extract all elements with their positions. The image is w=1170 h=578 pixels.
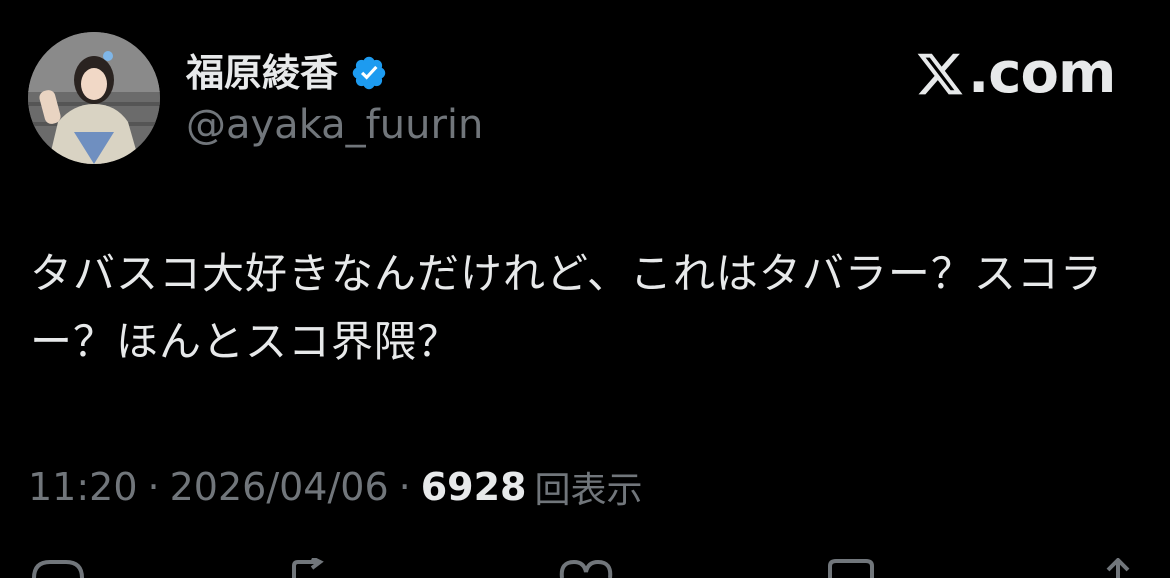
views-count[interactable]: 6928 <box>421 465 527 509</box>
bookmark-icon[interactable] <box>826 558 876 578</box>
separator-dot: · <box>398 465 411 509</box>
retweet-icon[interactable] <box>290 558 350 578</box>
verified-badge-icon <box>352 56 386 90</box>
x-com-text: .com <box>968 41 1116 106</box>
x-logo-icon <box>917 53 963 95</box>
profile-photo-icon <box>28 32 160 164</box>
tweet-text: タバスコ大好きなんだけれど、これはタバラー？スコラー？ほんとスコ界隈？ <box>30 249 1103 366</box>
tweet-meta: 11:20 · 2026/04/06 · 6928 回表示 <box>28 462 643 512</box>
tweet-date[interactable]: 2026/04/06 <box>170 465 389 509</box>
views-label: 回表示 <box>534 470 643 511</box>
name-row[interactable]: 福原綾香 <box>186 48 388 98</box>
avatar[interactable] <box>28 32 160 164</box>
reply-icon[interactable] <box>30 558 86 578</box>
tweet-time[interactable]: 11:20 <box>28 465 138 509</box>
x-com-watermark: .com <box>914 41 1116 106</box>
action-bar <box>0 552 1170 578</box>
share-icon[interactable] <box>1096 558 1140 578</box>
separator-dot: · <box>147 465 160 509</box>
display-name[interactable]: 福原綾香 <box>186 54 338 92</box>
user-handle[interactable]: @ayaka_fuurin <box>186 102 483 148</box>
like-icon[interactable] <box>556 558 616 578</box>
